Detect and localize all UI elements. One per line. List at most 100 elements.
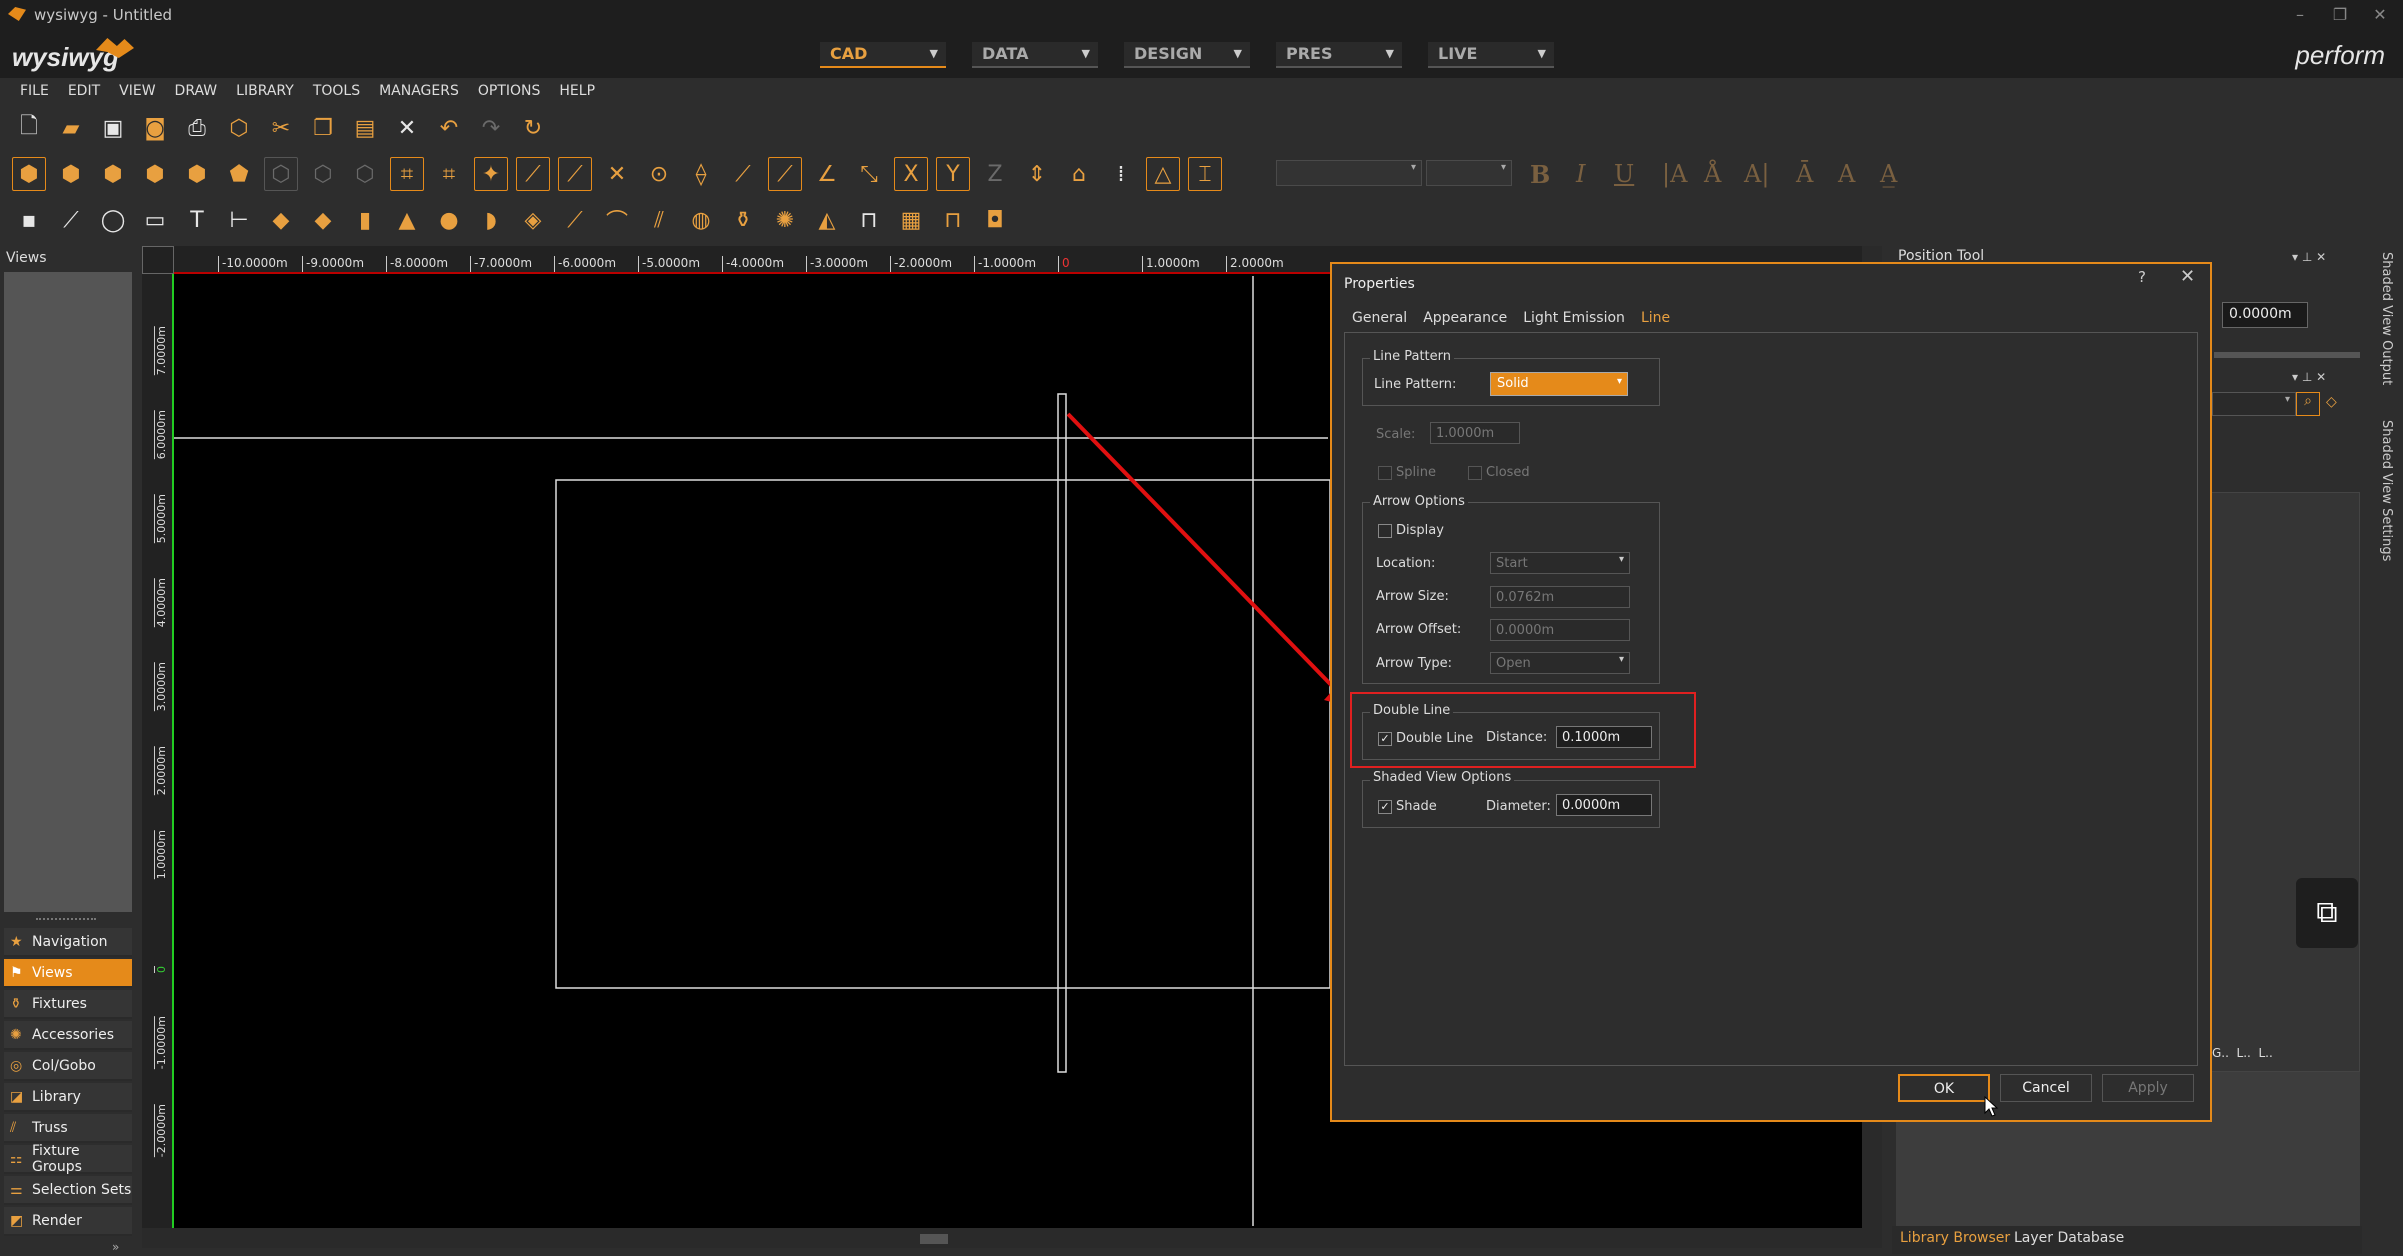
tab-light-emission[interactable]: Light Emission — [1523, 310, 1625, 326]
nav-navigation[interactable]: ★ Navigation — [4, 928, 132, 957]
font-size-dropdown[interactable]: ▾ — [1426, 160, 1512, 186]
label-tool-icon[interactable]: ◭ — [810, 203, 844, 237]
mode-live[interactable]: LIVE ▼ — [1428, 42, 1554, 68]
menu-help[interactable]: HELP — [559, 83, 595, 99]
maximize-button[interactable]: ❐ — [2325, 2, 2355, 28]
nav-render[interactable]: ◩ Render — [4, 1207, 132, 1236]
ruler-origin-button[interactable] — [142, 246, 174, 274]
move-icon[interactable]: ⇕ — [1020, 157, 1054, 191]
circle-icon[interactable]: ◯ — [96, 203, 130, 237]
view-back-icon[interactable]: ⬢ — [180, 157, 214, 191]
snap-perp-icon[interactable]: ⟠ — [684, 157, 718, 191]
dimension-draw-icon[interactable]: ⊢ — [222, 203, 256, 237]
search-icon[interactable]: ⌕ — [2296, 392, 2320, 416]
fixture-draw-icon[interactable]: ⚱ — [726, 203, 760, 237]
cylinder-icon[interactable]: ▮ — [348, 203, 382, 237]
nav-col-gobo[interactable]: ◎ Col/Gobo — [4, 1052, 132, 1081]
menu-view[interactable]: VIEW — [119, 83, 155, 99]
text-icon[interactable]: T — [180, 203, 214, 237]
dialog-close-icon[interactable]: ✕ — [2180, 266, 2195, 287]
tab-general[interactable]: General — [1352, 310, 1407, 326]
focus-icon[interactable]: ◍ — [684, 203, 718, 237]
screen-icon[interactable]: ⊓ — [852, 203, 886, 237]
undo-icon[interactable]: ↶ — [432, 111, 466, 145]
menu-tools[interactable]: TOOLS — [313, 83, 360, 99]
new-file-icon[interactable]: 🗋 — [12, 111, 46, 145]
mode-cad[interactable]: CAD ▼ — [820, 42, 946, 68]
menu-managers[interactable]: MANAGERS — [379, 83, 459, 99]
redo-icon[interactable]: ↷ — [474, 111, 508, 145]
side-tab-shaded-view-settings[interactable]: Shaded View Settings — [2364, 420, 2394, 580]
mouse-icon[interactable]: ⌂ — [1062, 157, 1096, 191]
tab-layer-database[interactable]: Layer Database — [2014, 1230, 2124, 1246]
lock-z-icon[interactable]: Z — [978, 157, 1012, 191]
tab-line[interactable]: Line — [1641, 310, 1670, 326]
draw-tool-icon[interactable]: △ — [1146, 157, 1180, 191]
door-icon[interactable]: ⊓ — [936, 203, 970, 237]
angle-icon[interactable]: ∠ — [810, 157, 844, 191]
scale-field[interactable]: 1.0000m — [1430, 422, 1520, 444]
camera-icon[interactable]: ◘ — [978, 203, 1012, 237]
views-list[interactable] — [4, 272, 132, 912]
panel-pin-icon[interactable]: ▾ ⊥ ✕ — [2292, 250, 2326, 264]
library-filter-icons[interactable]: G.. L.. L.. — [2212, 1046, 2273, 1060]
font-family-dropdown[interactable]: ▾ — [1276, 160, 1422, 186]
snap-points-icon[interactable]: ⌗ — [432, 157, 466, 191]
lock-y-icon[interactable]: Y — [936, 157, 970, 191]
panel-pin-icon[interactable]: ▾ ⊥ ✕ — [2292, 370, 2326, 384]
pipe-icon[interactable]: ⟋ — [558, 203, 592, 237]
arrow-display-checkbox[interactable] — [1378, 524, 1392, 538]
pattern-icon[interactable]: ▦ — [894, 203, 928, 237]
arrow-location-dropdown[interactable]: Start ▾ — [1490, 552, 1630, 574]
underline-button[interactable]: U — [1614, 160, 1634, 188]
mode-design[interactable]: DESIGN ▼ — [1124, 42, 1250, 68]
nav-library[interactable]: ◪ Library — [4, 1083, 132, 1112]
line-pattern-dropdown[interactable]: Solid ▾ — [1490, 372, 1628, 396]
expand-chevron-icon[interactable]: » — [112, 1240, 119, 1254]
curve-pipe-icon[interactable]: ⌒ — [600, 203, 634, 237]
view-iso-icon[interactable]: ⬢ — [12, 157, 46, 191]
snap-vertex-icon[interactable]: ✦ — [474, 157, 508, 191]
align-right-icon[interactable]: A| — [1744, 160, 1769, 188]
nav-selection-sets[interactable]: ⚌ Selection Sets — [4, 1176, 132, 1205]
mode-data[interactable]: DATA ▼ — [972, 42, 1098, 68]
close-window-button[interactable]: ✕ — [2365, 2, 2395, 28]
line-icon[interactable]: ⟋ — [54, 203, 88, 237]
view-perspective-icon[interactable]: ⬟ — [222, 157, 256, 191]
nav-truss[interactable]: ⫽ Truss — [4, 1114, 132, 1143]
apply-button[interactable]: Apply — [2102, 1074, 2194, 1102]
eraser-icon[interactable]: ◈ — [516, 203, 550, 237]
solid-view-icon[interactable]: ⬡ — [306, 157, 340, 191]
gobo-draw-icon[interactable]: ✺ — [768, 203, 802, 237]
align-center-icon[interactable]: Å — [1704, 160, 1721, 188]
ortho-icon[interactable]: ⟋ — [768, 157, 802, 191]
nav-accessories[interactable]: ✺ Accessories — [4, 1021, 132, 1050]
wireframe-icon[interactable]: ⬡ — [264, 157, 298, 191]
slab-icon[interactable]: ◆ — [306, 203, 340, 237]
dimension-icon[interactable]: ⌶ — [1188, 157, 1222, 191]
panel-splitter[interactable] — [36, 918, 96, 922]
align-bottom-icon[interactable]: A̲ — [1880, 160, 1897, 188]
help-icon[interactable]: ? — [2138, 268, 2146, 286]
snap-grid-icon[interactable]: ⌗ — [390, 157, 424, 191]
view-top-icon[interactable]: ⬢ — [138, 157, 172, 191]
nav-views[interactable]: ⚑ Views — [4, 959, 132, 988]
delete-icon[interactable]: ✕ — [390, 111, 424, 145]
menu-library[interactable]: LIBRARY — [236, 83, 294, 99]
view-front-icon[interactable]: ⬢ — [54, 157, 88, 191]
view-side-icon[interactable]: ⬢ — [96, 157, 130, 191]
snap-midpoint-icon[interactable]: ⟋ — [516, 157, 550, 191]
cancel-button[interactable]: Cancel — [2000, 1074, 2092, 1102]
closed-checkbox[interactable] — [1468, 466, 1482, 480]
tab-library-browser[interactable]: Library Browser — [1900, 1230, 2010, 1246]
horizontal-scroll-thumb[interactable] — [920, 1234, 948, 1244]
plane-icon[interactable]: ◆ — [264, 203, 298, 237]
sphere-icon[interactable]: ● — [432, 203, 466, 237]
rectangle-icon[interactable]: ▭ — [138, 203, 172, 237]
cone-icon[interactable]: ▲ — [390, 203, 424, 237]
arrow-offset-field[interactable]: 0.0000m — [1490, 619, 1630, 641]
measure-icon[interactable]: ⟋ — [726, 157, 760, 191]
print-icon[interactable]: ⎙ — [180, 111, 214, 145]
spline-checkbox[interactable] — [1378, 466, 1392, 480]
filter-dropdown[interactable]: ▾ — [2212, 392, 2296, 416]
